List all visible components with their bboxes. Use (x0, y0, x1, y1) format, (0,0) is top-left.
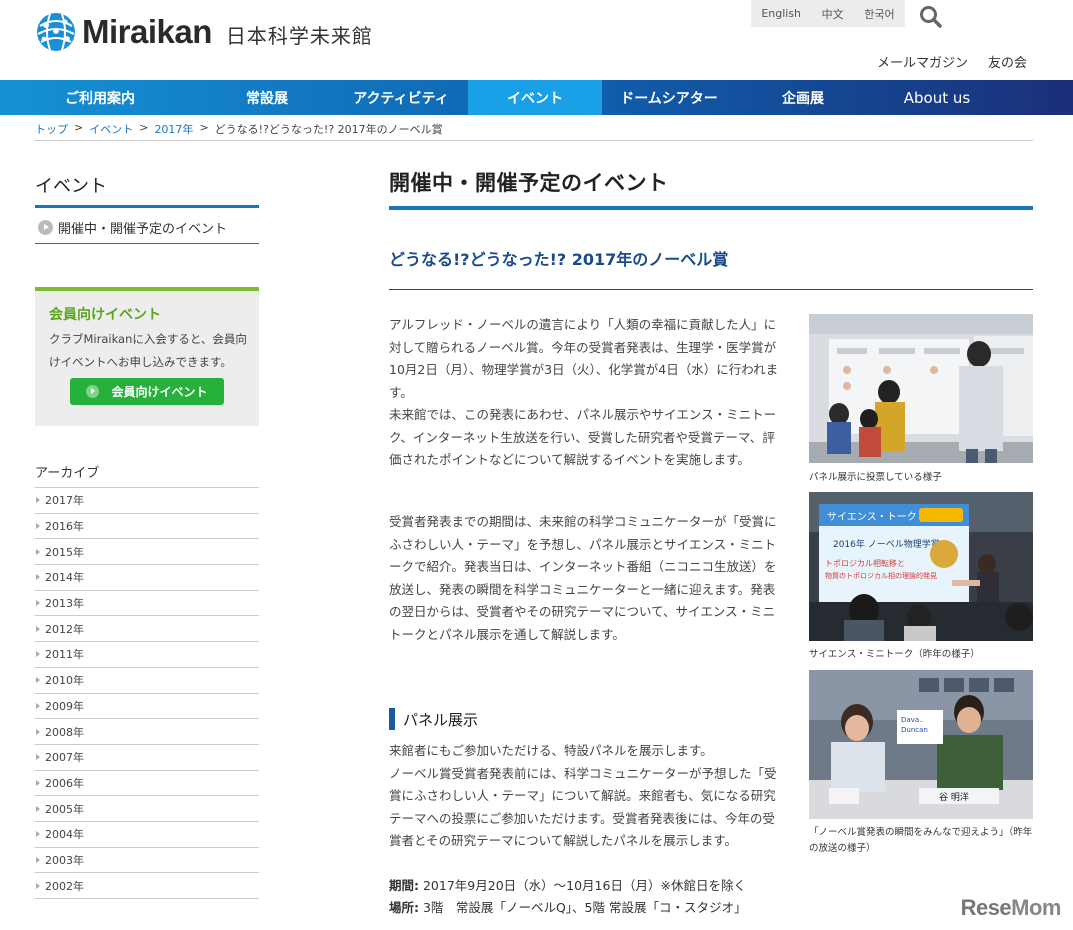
lang-korean[interactable]: 한국어 (864, 6, 894, 22)
member-box-description: クラブMiraikanに入会すると、会員向けイベントへお申し込みできます。 (49, 332, 247, 369)
nav-events[interactable]: イベント (468, 80, 602, 115)
nav-guide[interactable]: ご利用案内 (0, 80, 200, 115)
period-value: 2017年9月20日（水）～10月16日（月）※休館日を除く (422, 878, 746, 893)
archive-item[interactable]: 2009年 (35, 694, 259, 720)
schedule-paragraph: 受賞者発表までの期間は、未来館の科学コミュニケーターが「受賞にふさわしい人・テー… (389, 514, 777, 642)
archive-item[interactable]: 2012年 (35, 616, 259, 643)
place-info: 場所: 3階 常設展「ノーベルQ」、5階 常設展「コ・スタジオ」 (389, 897, 746, 916)
globe-logo-icon (36, 12, 76, 52)
circle-arrow-icon (38, 220, 53, 235)
photo-caption: パネル展示に投票している様子 (809, 472, 942, 483)
archive-item[interactable]: 2005年 (35, 796, 259, 822)
section-heading-label: パネル展示 (403, 710, 479, 729)
panel-paragraph: 来館者にもご参加いただける、特設パネルを展示します。 ノーベル賞受賞者発表前には… (389, 743, 777, 848)
archive-item[interactable]: 2008年 (35, 719, 259, 745)
nav-about-us[interactable]: About us (870, 80, 1004, 115)
lang-english[interactable]: English (761, 7, 801, 20)
photo-caption: 「ノーベル賞発表の瞬間をみんなで迎えよう」（昨年の放送の様子） (809, 827, 1033, 854)
member-events-button[interactable]: 会員向けイベント (70, 378, 224, 405)
member-events-box: 会員向けイベント クラブMiraikanに入会すると、会員向けイベントへお申し込… (35, 287, 259, 426)
breadcrumb-sep: > (74, 121, 84, 134)
archive-item[interactable]: 2015年 (35, 539, 259, 566)
page-title: 開催中・開催予定のイベント (389, 171, 669, 195)
archive-item[interactable]: 2006年 (35, 771, 259, 797)
nav-dome-theater[interactable]: ドームシアター (602, 80, 736, 115)
mail-magazine-link[interactable]: メールマガジン (877, 52, 968, 71)
archive-item[interactable]: 2016年 (35, 514, 259, 540)
watermark-part-2: Mom (1011, 895, 1061, 920)
archive-item[interactable]: 2002年 (35, 873, 259, 899)
play-arrow-icon (86, 385, 100, 398)
sidebar-title: イベント (35, 176, 107, 197)
breadcrumb-divider (35, 140, 1033, 141)
period-label: 期間: (389, 878, 419, 893)
breadcrumb-sep: > (199, 121, 209, 134)
language-switcher: English 中文 한국어 (751, 0, 905, 27)
table-nameplate: 谷 明洋 (939, 791, 969, 803)
archive-item[interactable]: 2013年 (35, 591, 259, 617)
miraikan-logo[interactable]: Miraikan 日本科学未来館 (36, 12, 373, 52)
watermark-part-1: Rese (960, 895, 1012, 920)
breadcrumb-current: どうなる!?どうなった!? 2017年のノーベル賞 (214, 123, 443, 136)
breadcrumb-events[interactable]: イベント (89, 121, 133, 137)
nav-permanent-exhibits[interactable]: 常設展 (200, 80, 334, 115)
photo-panel-voting (809, 314, 1033, 463)
archive-item[interactable]: 2004年 (35, 822, 259, 848)
slide-subheading: 2016年 ノーベル物理学賞 (833, 538, 940, 550)
archive-item[interactable]: 2014年 (35, 565, 259, 591)
section-heading-bar (389, 708, 395, 730)
photo-caption: サイエンス・ミニトーク（昨年の様子） (809, 649, 980, 660)
archive-item[interactable]: 2007年 (35, 745, 259, 771)
search-icon[interactable] (918, 4, 944, 30)
period-info: 期間: 2017年9月20日（水）～10月16日（月）※休館日を除く (389, 875, 746, 894)
nav-special-exhibits[interactable]: 企画展 (736, 80, 870, 115)
photo-science-talk: サイエンス・トーク 2016年 ノーベル物理学賞 トポロジカル相転移と 物質のト… (809, 492, 1033, 641)
archive-item[interactable]: 2003年 (35, 848, 259, 874)
place-label: 場所: (389, 900, 419, 915)
friends-club-link[interactable]: 友の会 (988, 52, 1027, 71)
archive-item[interactable]: 2017年 (35, 488, 259, 514)
logo-wordmark: Miraikan (82, 13, 212, 50)
svg-text:Dava..: Dava.. (901, 716, 924, 724)
nav-activities[interactable]: アクティビティ (334, 80, 468, 115)
place-value: 3階 常設展「ノーベルQ」、5階 常設展「コ・スタジオ」 (422, 900, 747, 915)
lang-chinese[interactable]: 中文 (822, 6, 844, 22)
intro-paragraph: アルフレッド・ノーベルの遺言により「人類の幸福に貢献した人」に対して贈られるノー… (389, 317, 779, 467)
breadcrumb-top[interactable]: トップ (35, 121, 68, 137)
slide-line-1: トポロジカル相転移と (825, 558, 905, 568)
sidebar-item-label: 開催中・開催予定のイベント (58, 222, 228, 237)
breadcrumb-2017[interactable]: 2017年 (154, 121, 193, 137)
archive-item[interactable]: 2011年 (35, 642, 259, 668)
logo-japanese-name: 日本科学未来館 (225, 23, 373, 48)
utility-links: メールマガジン 友の会 (877, 52, 1027, 71)
event-title-rule (389, 289, 1033, 290)
svg-text:Duncan: Duncan (901, 726, 928, 734)
slide-heading: サイエンス・トーク (827, 511, 917, 523)
page-title-rule (389, 206, 1033, 210)
archive-list: 2017年 2016年 2015年 2014年 2013年 2012年 2011… (35, 487, 259, 899)
global-nav: ご利用案内 常設展 アクティビティ イベント ドームシアター 企画展 About… (0, 80, 1073, 115)
breadcrumb: トップ > イベント > 2017年 > どうなる!?どうなった!? 2017年… (35, 121, 443, 137)
section-heading-panel: パネル展示 (389, 708, 478, 730)
sidebar-title-rule (35, 205, 259, 208)
slide-line-2: 物質のトポロジカル相の理論的発見 (825, 571, 937, 580)
sidebar-item-current-events[interactable]: 開催中・開催予定のイベント (35, 212, 259, 244)
event-title: どうなる!?どうなった!? 2017年のノーベル賞 (389, 250, 729, 269)
member-box-title: 会員向けイベント (49, 307, 161, 323)
resemom-watermark: ReseMom (960, 895, 1062, 921)
member-button-label: 会員向けイベント (111, 385, 208, 399)
photo-broadcast: Dava.. Duncan 谷 明洋 (809, 670, 1033, 819)
archive-item[interactable]: 2010年 (35, 668, 259, 694)
breadcrumb-sep: > (139, 121, 149, 134)
archive-title: アーカイブ (35, 466, 100, 481)
